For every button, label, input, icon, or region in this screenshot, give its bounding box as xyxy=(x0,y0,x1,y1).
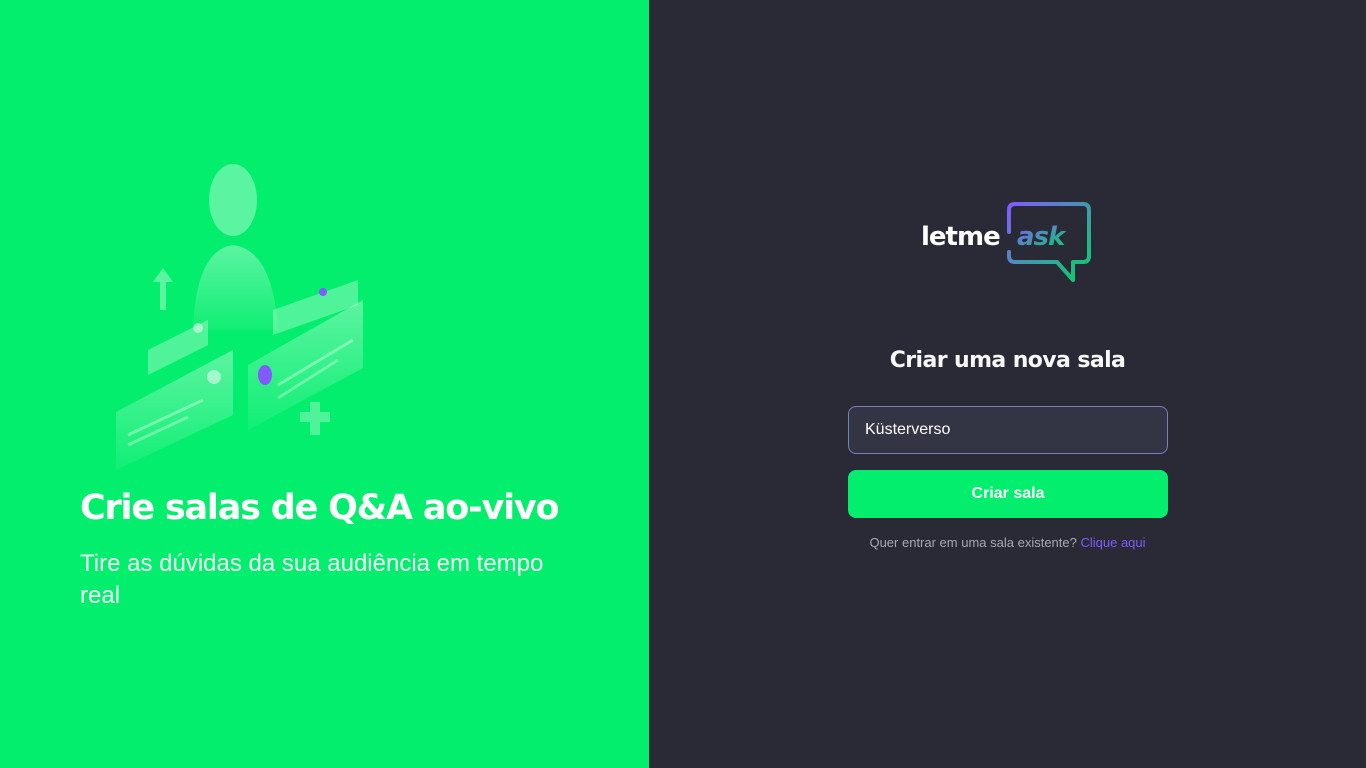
room-name-input[interactable] xyxy=(848,406,1168,454)
hero-subtitle: Tire as dúvidas da sua audiência em temp… xyxy=(80,550,544,609)
person-body xyxy=(193,245,278,330)
hero-panel: Crie salas de Q&A ao-vivo Tire as dúvida… xyxy=(0,0,649,768)
person-head xyxy=(209,164,257,236)
logo-word-ask: ask xyxy=(1017,222,1067,252)
chat-bubble-icon xyxy=(116,350,233,470)
hero-title: Crie salas de Q&A ao-vivo xyxy=(80,488,560,528)
create-room-button[interactable]: Criar sala xyxy=(848,470,1168,518)
logo-word-letme: letme xyxy=(921,222,1000,252)
create-room-panel: letme ask Criar uma nova sala Criar sala… xyxy=(649,0,1366,768)
letmeask-logo: letme ask xyxy=(921,202,1091,282)
join-room-link[interactable]: Clique aqui xyxy=(1080,535,1145,550)
helper-text: Quer entrar em uma sala existente? xyxy=(869,535,1077,550)
form-title: Criar uma nova sala xyxy=(889,348,1126,373)
join-room-helper: Quer entrar em uma sala existente? Cliqu… xyxy=(649,535,1366,550)
arrow-up-icon xyxy=(153,268,173,310)
qa-illustration-icon xyxy=(116,164,363,470)
plus-icon xyxy=(300,402,330,435)
